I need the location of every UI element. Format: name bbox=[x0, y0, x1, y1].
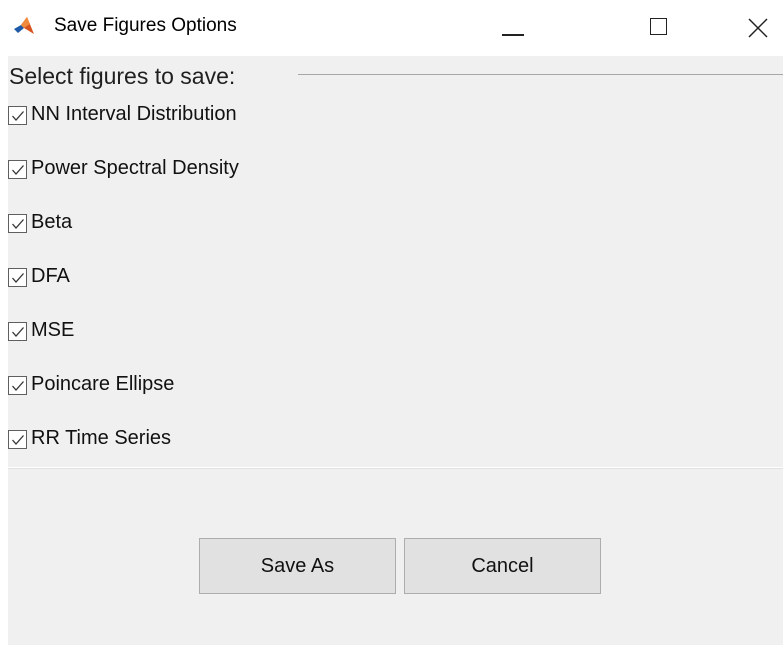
checkbox-poincare-ellipse[interactable]: Poincare Ellipse bbox=[8, 371, 174, 397]
panel-divider-shadow bbox=[8, 468, 783, 469]
checkbox-label: RR Time Series bbox=[31, 426, 172, 449]
dialog-body: Select figures to save: NN Interval Dist… bbox=[8, 56, 783, 645]
minimize-icon[interactable] bbox=[490, 4, 538, 52]
checkbox-checked-icon[interactable] bbox=[8, 214, 27, 233]
checkbox-checked-icon[interactable] bbox=[8, 322, 27, 341]
maximize-icon[interactable] bbox=[636, 4, 684, 52]
checkbox-checked-icon[interactable] bbox=[8, 430, 27, 449]
checkbox-checked-icon[interactable] bbox=[8, 376, 27, 395]
title-bar[interactable]: Save Figures Options bbox=[0, 0, 783, 56]
checkbox-checked-icon[interactable] bbox=[8, 268, 27, 287]
checkbox-power-spectral-density[interactable]: Power Spectral Density bbox=[8, 155, 239, 181]
matlab-icon bbox=[12, 14, 36, 38]
save-as-button[interactable]: Save As bbox=[199, 538, 396, 594]
checkbox-dfa[interactable]: DFA bbox=[8, 263, 70, 289]
checkbox-label: MSE bbox=[31, 318, 75, 341]
checkbox-beta[interactable]: Beta bbox=[8, 209, 72, 235]
checkbox-mse[interactable]: MSE bbox=[8, 317, 74, 343]
checkbox-label: Power Spectral Density bbox=[31, 156, 239, 179]
checkbox-label: Beta bbox=[31, 210, 73, 233]
cancel-button[interactable]: Cancel bbox=[404, 538, 601, 594]
checkbox-label: NN Interval Distribution bbox=[31, 102, 237, 125]
checkbox-checked-icon[interactable] bbox=[8, 106, 27, 125]
close-icon[interactable] bbox=[735, 4, 783, 52]
checkbox-label: Poincare Ellipse bbox=[31, 372, 175, 395]
checkbox-checked-icon[interactable] bbox=[8, 160, 27, 179]
window-title: Save Figures Options bbox=[54, 15, 237, 36]
group-border-line bbox=[298, 74, 783, 75]
checkbox-rr-time-series[interactable]: RR Time Series bbox=[8, 425, 171, 451]
checkbox-label: DFA bbox=[31, 264, 70, 287]
checkbox-nn-interval-distribution[interactable]: NN Interval Distribution bbox=[8, 101, 237, 127]
group-title: Select figures to save: bbox=[9, 63, 242, 90]
